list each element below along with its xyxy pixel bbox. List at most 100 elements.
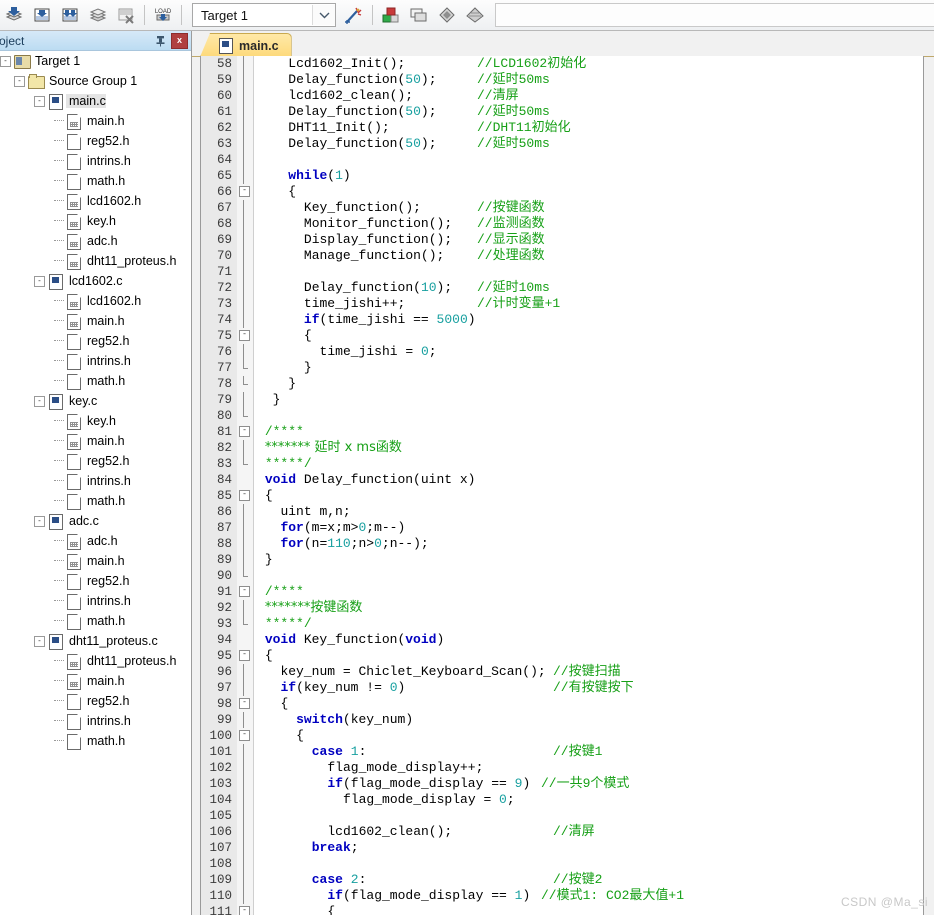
pin-icon[interactable] <box>153 34 167 48</box>
code-line[interactable]: 71 <box>201 264 923 280</box>
code-line[interactable]: 73 time_jishi++; //计时变量+1 <box>201 296 923 312</box>
code-line[interactable]: 77} <box>201 360 923 376</box>
tree-item-math-h[interactable]: math.h <box>0 731 191 751</box>
fold-toggle-icon[interactable]: - <box>239 426 250 437</box>
tree-item-math-h[interactable]: math.h <box>0 171 191 191</box>
code-line[interactable]: 72 Delay_function(10); //延时10ms <box>201 280 923 296</box>
code-line[interactable]: 60 lcd1602_clean(); //清屏 <box>201 88 923 104</box>
code-line[interactable]: 79} <box>201 392 923 408</box>
tree-item-intrins-h[interactable]: intrins.h <box>0 351 191 371</box>
code-line[interactable]: 86 uint m,n; <box>201 504 923 520</box>
code-line[interactable]: 99 switch(key_num) <box>201 712 923 728</box>
code-line[interactable]: 83 *****/ <box>201 456 923 472</box>
code-line[interactable]: 74 if(time_jishi == 5000) <box>201 312 923 328</box>
tree-item-math-h[interactable]: math.h <box>0 371 191 391</box>
project-tree[interactable]: - Target 1- Source Group 1- main.c main.h reg… <box>0 51 191 915</box>
code-line[interactable]: 87 for(m=x;m>0;m--) <box>201 520 923 536</box>
fold-toggle-icon[interactable]: - <box>239 586 250 597</box>
configuration-wizard-icon[interactable] <box>433 2 461 28</box>
tree-item-main-h[interactable]: main.h <box>0 671 191 691</box>
code-line[interactable]: 92 *******按键函数 <box>201 600 923 616</box>
code-line[interactable]: 91-/**** <box>201 584 923 600</box>
code-line[interactable]: 66- { <box>201 184 923 200</box>
tree-item-adc-h[interactable]: adc.h <box>0 231 191 251</box>
code-line[interactable]: 80 <box>201 408 923 424</box>
fold-toggle-icon[interactable]: - <box>239 490 250 501</box>
tree-item-target-1[interactable]: - Target 1 <box>0 51 191 71</box>
code-line[interactable]: 70 Manage_function(); //处理函数 <box>201 248 923 264</box>
code-editor[interactable]: 58 Lcd1602_Init(); //LCD1602初始化 59 Delay_fun… <box>200 56 924 915</box>
code-line[interactable]: 103 if(flag_mode_display == 9) //一共9个模式 <box>201 776 923 792</box>
translate-file-icon[interactable] <box>84 2 112 28</box>
code-line[interactable]: 108 <box>201 856 923 872</box>
tree-item-adc-c[interactable]: - adc.c <box>0 511 191 531</box>
code-line[interactable]: 93 *****/ <box>201 616 923 632</box>
code-line[interactable]: 97 if(key_num != 0) //有按键按下 <box>201 680 923 696</box>
tree-item-main-h[interactable]: main.h <box>0 431 191 451</box>
fold-toggle-icon[interactable]: - <box>239 330 250 341</box>
tree-item-math-h[interactable]: math.h <box>0 491 191 511</box>
code-line[interactable]: 65 while(1) <box>201 168 923 184</box>
tree-item-intrins-h[interactable]: intrins.h <box>0 151 191 171</box>
batch-build-icon[interactable] <box>56 2 84 28</box>
expander-collapse-icon[interactable]: - <box>34 515 45 527</box>
target-options-wizard-icon[interactable] <box>340 2 368 28</box>
code-line[interactable]: 69 Display_function(); //显示函数 <box>201 232 923 248</box>
code-line[interactable]: 59 Delay_function(50); //延时50ms <box>201 72 923 88</box>
code-line[interactable]: 94 void Key_function(void) <box>201 632 923 648</box>
close-icon[interactable]: x <box>171 32 188 49</box>
tree-item-dht11-proteus-c[interactable]: - dht11_proteus.c <box>0 631 191 651</box>
code-line[interactable]: 95- { <box>201 648 923 664</box>
tree-item-lcd1602-h[interactable]: lcd1602.h <box>0 191 191 211</box>
stop-build-icon[interactable] <box>112 2 140 28</box>
fold-toggle-icon[interactable]: - <box>239 650 250 661</box>
build-target-icon[interactable] <box>0 2 28 28</box>
tree-item-reg52-h[interactable]: reg52.h <box>0 571 191 591</box>
tree-item-lcd1602-h[interactable]: lcd1602.h <box>0 291 191 311</box>
code-line[interactable]: 109 case 2: //按键2 <box>201 872 923 888</box>
code-line[interactable]: 100- { <box>201 728 923 744</box>
code-line[interactable]: 90 <box>201 568 923 584</box>
tree-item-intrins-h[interactable]: intrins.h <box>0 591 191 611</box>
code-line[interactable]: 105 <box>201 808 923 824</box>
tree-item-dht11-proteus-h[interactable]: dht11_proteus.h <box>0 251 191 271</box>
code-line[interactable]: 96 key_num = Chiclet_Keyboard_Scan(); //按键… <box>201 664 923 680</box>
code-line[interactable]: 68 Monitor_function(); //监测函数 <box>201 216 923 232</box>
expander-collapse-icon[interactable]: - <box>14 75 25 87</box>
tree-item-reg52-h[interactable]: reg52.h <box>0 131 191 151</box>
expander-collapse-icon[interactable]: - <box>34 275 45 287</box>
fold-toggle-icon[interactable]: - <box>239 186 250 197</box>
tree-item-key-c[interactable]: - key.c <box>0 391 191 411</box>
tree-item-key-h[interactable]: key.h <box>0 211 191 231</box>
code-line[interactable]: 64 <box>201 152 923 168</box>
code-line[interactable]: 98- { <box>201 696 923 712</box>
code-line[interactable]: 111- { <box>201 904 923 915</box>
code-line[interactable]: 62 DHT11_Init(); //DHT11初始化 <box>201 120 923 136</box>
code-line[interactable]: 110 if(flag_mode_display == 1) //模式1: CO2最… <box>201 888 923 904</box>
fold-toggle-icon[interactable]: - <box>239 906 250 915</box>
tree-item-reg52-h[interactable]: reg52.h <box>0 451 191 471</box>
code-line[interactable]: 81-/**** <box>201 424 923 440</box>
code-line[interactable]: 58 Lcd1602_Init(); //LCD1602初始化 <box>201 56 923 72</box>
tree-item-main-c[interactable]: - main.c <box>0 91 191 111</box>
code-line[interactable]: 63 Delay_function(50); //延时50ms <box>201 136 923 152</box>
code-line[interactable]: 89} <box>201 552 923 568</box>
code-line[interactable]: 82 ******* 延时 x ms函数 <box>201 440 923 456</box>
code-line[interactable]: 67 Key_function(); //按键函数 <box>201 200 923 216</box>
tree-item-main-h[interactable]: main.h <box>0 311 191 331</box>
code-line[interactable]: 107 break; <box>201 840 923 856</box>
code-line[interactable]: 106 lcd1602_clean(); //清屏 <box>201 824 923 840</box>
expander-collapse-icon[interactable]: - <box>34 395 45 407</box>
fold-toggle-icon[interactable]: - <box>239 698 250 709</box>
code-line[interactable]: 84 void Delay_function(uint x) <box>201 472 923 488</box>
target-selector[interactable]: Target 1 <box>192 3 336 27</box>
fold-toggle-icon[interactable]: - <box>239 730 250 741</box>
tree-item-reg52-h[interactable]: reg52.h <box>0 691 191 711</box>
code-line[interactable]: 85- { <box>201 488 923 504</box>
tab-main-c[interactable]: main.c <box>200 33 292 57</box>
tree-item-dht11-proteus-h[interactable]: dht11_proteus.h <box>0 651 191 671</box>
expander-collapse-icon[interactable]: - <box>0 55 11 67</box>
tree-item-source-group-1[interactable]: - Source Group 1 <box>0 71 191 91</box>
expander-collapse-icon[interactable]: - <box>34 95 45 107</box>
tree-item-lcd1602-c[interactable]: - lcd1602.c <box>0 271 191 291</box>
